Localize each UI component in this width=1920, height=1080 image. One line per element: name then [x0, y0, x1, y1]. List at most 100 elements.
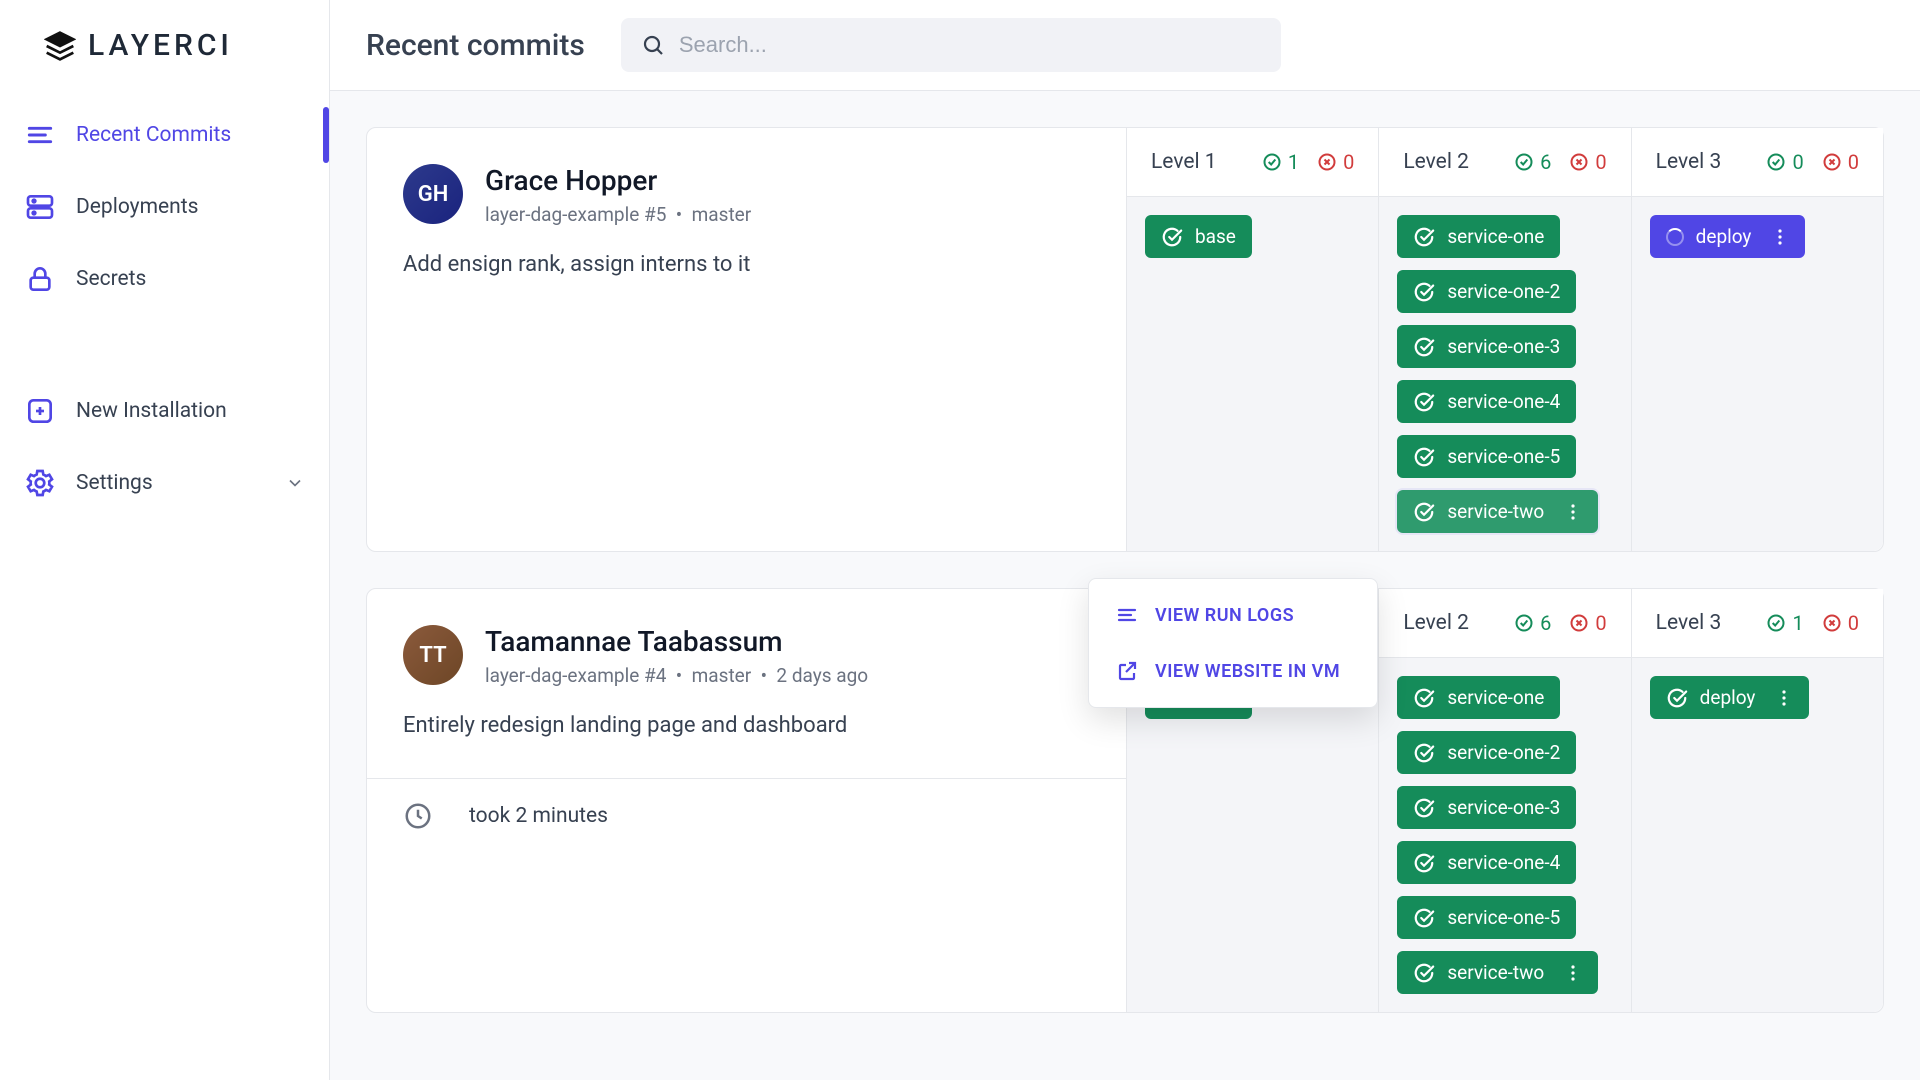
brand-text: LAYERCI — [88, 28, 233, 63]
check-circle-icon — [1413, 742, 1435, 764]
level-name: Level 1 — [1151, 150, 1217, 174]
service-pill[interactable]: service-one — [1397, 215, 1560, 258]
sidebar-item-recent-commits[interactable]: Recent Commits — [0, 99, 329, 171]
chevron-down-icon — [285, 473, 305, 493]
sidebar-nav: Recent Commits Deployments Secrets — [0, 91, 329, 527]
fail-icon — [1569, 613, 1589, 633]
service-pill[interactable]: service-one-2 — [1397, 731, 1576, 774]
more-vertical-icon[interactable] — [1775, 689, 1793, 707]
popover-view-website[interactable]: VIEW WEBSITE IN VM — [1089, 643, 1377, 699]
level-name: Level 3 — [1656, 611, 1722, 635]
check-circle-icon — [1413, 501, 1435, 523]
sidebar-item-deployments[interactable]: Deployments — [0, 171, 329, 243]
commit-card: GH Grace Hopper layer-dag-example #5 • m… — [366, 127, 1884, 552]
clock-icon — [403, 801, 433, 831]
sidebar-item-settings[interactable]: Settings — [0, 447, 329, 519]
lock-icon — [24, 263, 56, 295]
more-vertical-icon[interactable] — [1771, 228, 1789, 246]
fail-icon — [1822, 152, 1842, 172]
gear-icon — [24, 467, 56, 499]
sidebar: LAYERCI Recent Commits Deployments — [0, 0, 330, 1080]
more-vertical-icon[interactable] — [1564, 964, 1582, 982]
sidebar-item-label: Deployments — [76, 195, 198, 219]
level-column: Level 1 1 0 base — [1127, 128, 1379, 551]
server-icon — [24, 191, 56, 223]
service-pill[interactable]: service-one — [1397, 676, 1560, 719]
logo: LAYERCI — [0, 0, 329, 91]
service-pill[interactable]: service-one-5 — [1397, 435, 1576, 478]
service-pill[interactable]: service-one-5 — [1397, 896, 1576, 939]
level-fail-count: 0 — [1569, 611, 1606, 635]
sidebar-item-label: Recent Commits — [76, 123, 231, 147]
pill-label: service-one-4 — [1447, 851, 1560, 874]
service-pill[interactable]: service-one-3 — [1397, 325, 1576, 368]
avatar: TT — [403, 625, 463, 685]
sidebar-item-new-installation[interactable]: New Installation — [0, 375, 329, 447]
commit-timing: took 2 minutes — [367, 778, 1126, 853]
level-body: service-one service-one-2 service-one-3 … — [1379, 197, 1630, 551]
search-icon — [641, 33, 665, 57]
level-fail-count: 0 — [1822, 611, 1859, 635]
level-body: service-one service-one-2 service-one-3 … — [1379, 658, 1630, 1012]
level-body: deploy — [1632, 658, 1883, 737]
pill-label: service-two — [1447, 961, 1544, 984]
plus-square-icon — [24, 395, 56, 427]
duration-text: took 2 minutes — [469, 804, 608, 828]
level-column: Level 2 6 0 service-one service-one-2 se… — [1379, 589, 1631, 1012]
service-pill[interactable]: service-one-4 — [1397, 380, 1576, 423]
sidebar-item-label: New Installation — [76, 399, 227, 423]
fail-icon — [1822, 613, 1842, 633]
pass-icon — [1766, 152, 1786, 172]
level-fail-count: 0 — [1317, 150, 1354, 174]
level-name: Level 2 — [1403, 150, 1469, 174]
search-input[interactable] — [679, 32, 1261, 58]
level-pass-count: 6 — [1514, 150, 1551, 174]
pill-popover: VIEW RUN LOGS VIEW WEBSITE IN VM — [1088, 578, 1378, 708]
topbar: Recent commits — [330, 0, 1920, 91]
pill-label: service-one — [1447, 225, 1544, 248]
service-pill[interactable]: service-two — [1397, 951, 1598, 994]
pass-icon — [1262, 152, 1282, 172]
level-pass-count: 1 — [1262, 150, 1299, 174]
service-pill[interactable]: base — [1145, 215, 1252, 258]
layerci-logo-icon — [44, 30, 76, 62]
more-vertical-icon[interactable] — [1564, 503, 1582, 521]
check-circle-icon — [1413, 907, 1435, 929]
commit-author: Taamannae Taabassum — [485, 625, 868, 658]
main: Recent commits GH Grace Hopper layer-dag… — [330, 0, 1920, 1080]
search-box[interactable] — [621, 18, 1281, 72]
check-circle-icon — [1413, 446, 1435, 468]
popover-item-label: VIEW RUN LOGS — [1155, 605, 1294, 626]
level-column: Level 2 6 0 service-one service-one-2 se… — [1379, 128, 1631, 551]
popover-view-logs[interactable]: VIEW RUN LOGS — [1089, 587, 1377, 643]
pill-label: service-one — [1447, 686, 1544, 709]
sidebar-item-secrets[interactable]: Secrets — [0, 243, 329, 315]
check-circle-icon — [1413, 852, 1435, 874]
level-header: Level 2 6 0 — [1379, 589, 1630, 658]
level-body: base — [1127, 197, 1378, 276]
level-name: Level 3 — [1656, 150, 1722, 174]
level-fail-count: 0 — [1822, 150, 1859, 174]
external-link-icon — [1115, 659, 1139, 683]
pass-icon — [1514, 152, 1534, 172]
pill-label: service-one-2 — [1447, 741, 1560, 764]
check-circle-icon — [1161, 226, 1183, 248]
service-pill[interactable]: service-one-2 — [1397, 270, 1576, 313]
service-pill[interactable]: deploy — [1650, 676, 1810, 719]
spinner-icon — [1666, 228, 1684, 246]
level-header: Level 2 6 0 — [1379, 128, 1630, 197]
popover-item-label: VIEW WEBSITE IN VM — [1155, 661, 1340, 682]
check-circle-icon — [1413, 391, 1435, 413]
service-pill[interactable]: service-one-4 — [1397, 841, 1576, 884]
pill-label: service-one-4 — [1447, 390, 1560, 413]
level-pass-count: 1 — [1766, 611, 1803, 635]
commit-info: TT Taamannae Taabassum layer-dag-example… — [367, 589, 1127, 1012]
service-pill[interactable]: service-one-3 — [1397, 786, 1576, 829]
commit-info: GH Grace Hopper layer-dag-example #5 • m… — [367, 128, 1127, 551]
level-pass-count: 6 — [1514, 611, 1551, 635]
pass-icon — [1766, 613, 1786, 633]
pill-label: base — [1195, 225, 1236, 248]
service-pill[interactable]: deploy — [1650, 215, 1806, 258]
service-pill[interactable]: service-two — [1397, 490, 1598, 533]
level-pass-count: 0 — [1766, 150, 1803, 174]
